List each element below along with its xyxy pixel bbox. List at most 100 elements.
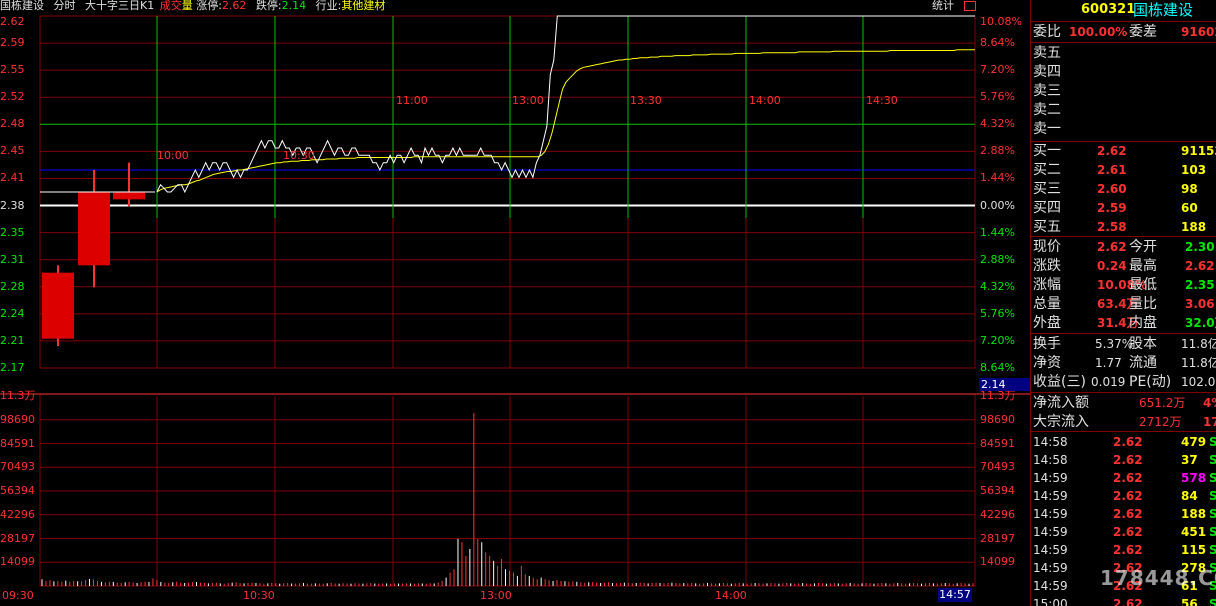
tick-side: S bbox=[1209, 541, 1216, 559]
quote-row: 外盘31.4万内盘32.0万 bbox=[1033, 314, 1216, 332]
price-tick-label: 2.35 bbox=[0, 225, 25, 239]
tick-time: 14:59 bbox=[1033, 561, 1068, 575]
sell-level-label: 卖二 bbox=[1033, 102, 1061, 118]
fundamental-label-2: 股本 bbox=[1129, 336, 1157, 352]
buy-level-price: 2.59 bbox=[1097, 201, 1127, 215]
quote-value-2: 2.62 bbox=[1185, 259, 1215, 273]
pct-tick-label: 2.88% bbox=[980, 144, 1015, 158]
volume-tick-label: 56394 bbox=[0, 484, 35, 497]
quote-value-2: 3.06 bbox=[1185, 297, 1215, 311]
inner-time-label: 14:00 bbox=[749, 94, 781, 107]
tick-price: 2.62 bbox=[1113, 525, 1143, 539]
intraday-chart[interactable] bbox=[0, 0, 1030, 606]
quote-value-2: 2.35 bbox=[1185, 278, 1215, 292]
tick-side: S bbox=[1209, 595, 1216, 606]
fund-flow-pct: 17% bbox=[1203, 415, 1216, 429]
buy-level-row: 买四 2.59 60 bbox=[1033, 199, 1216, 217]
quote-label-2: 最高 bbox=[1129, 258, 1157, 274]
tick-side: S bbox=[1209, 487, 1216, 505]
candle-body bbox=[42, 272, 74, 339]
weicha-value: 91602 bbox=[1181, 25, 1216, 39]
tick-row: 14:58 2.62 479S bbox=[1033, 433, 1216, 451]
tick-volume: 37 bbox=[1181, 453, 1198, 467]
quote-panel: 600321 国栋建设 委比 100.00% 委差 91602 卖五卖四卖三卖二… bbox=[1030, 0, 1216, 606]
buy-level-volume: 98 bbox=[1181, 182, 1198, 196]
tick-side: S bbox=[1209, 469, 1216, 487]
fund-flow-value: 651.2万 bbox=[1139, 396, 1186, 410]
fundamental-value: 0.019 bbox=[1091, 375, 1126, 389]
tick-time: 14:59 bbox=[1033, 507, 1068, 521]
candle-body bbox=[113, 192, 145, 200]
buy-level-volume: 60 bbox=[1181, 201, 1198, 215]
fundamental-label: 收益(三) bbox=[1033, 374, 1086, 390]
sell-level-row: 卖二 bbox=[1033, 101, 1216, 119]
watermark: 178448.COM bbox=[1100, 566, 1216, 590]
current-price-tag: 2.14 bbox=[979, 378, 1031, 391]
quote-label-2: 内盘 bbox=[1129, 315, 1157, 331]
buy-level-price: 2.62 bbox=[1097, 144, 1127, 158]
price-frame bbox=[39, 15, 976, 369]
price-tick-label: 2.41 bbox=[0, 171, 25, 185]
quote-value-2: 2.30 bbox=[1185, 240, 1215, 254]
fundamental-row: 换手 5.37% 股本 11.8亿 bbox=[1033, 335, 1216, 353]
volume-tick-label: 42296 bbox=[0, 507, 35, 521]
price-tick-label: 2.38 bbox=[0, 198, 25, 212]
fundamental-label: 换手 bbox=[1033, 336, 1061, 352]
tick-time: 14:58 bbox=[1033, 435, 1068, 449]
buy-level-label: 买五 bbox=[1033, 219, 1061, 235]
candle-body bbox=[78, 192, 110, 266]
volume-tick-label: 98690 bbox=[980, 412, 1015, 426]
sell-level-label: 卖四 bbox=[1033, 64, 1061, 80]
sell-level-label: 卖三 bbox=[1033, 83, 1061, 99]
volume-tick-label: 70493 bbox=[980, 460, 1015, 474]
inner-time-label: 11:00 bbox=[396, 94, 428, 107]
buy-level-row: 买三 2.60 98 bbox=[1033, 180, 1216, 198]
tick-volume: 451 bbox=[1181, 525, 1207, 539]
quote-label: 外盘 bbox=[1033, 315, 1061, 331]
tick-side: S bbox=[1209, 451, 1216, 469]
tick-time: 15:00 bbox=[1033, 597, 1068, 606]
price-tick-label: 2.52 bbox=[0, 90, 25, 104]
buy-level-price: 2.60 bbox=[1097, 182, 1127, 196]
time-tick-label: 09:30 bbox=[2, 589, 34, 602]
fund-flow-label: 净流入额 bbox=[1033, 395, 1089, 411]
pct-tick-label: 7.20% bbox=[980, 333, 1015, 347]
tick-side: S bbox=[1209, 523, 1216, 541]
buy-level-label: 买二 bbox=[1033, 162, 1061, 178]
pct-tick-label: 8.64% bbox=[980, 36, 1015, 50]
quote-row: 涨幅 10.08% 最低 2.35 bbox=[1033, 276, 1216, 294]
current-time-tag: 14:57 bbox=[938, 588, 972, 602]
price-tick-label: 2.21 bbox=[0, 333, 25, 347]
time-tick-label: 14:00 bbox=[715, 589, 747, 602]
price-tick-label: 2.24 bbox=[0, 306, 25, 320]
tick-row: 14:59 2.62 451S bbox=[1033, 523, 1216, 541]
quote-label: 现价 bbox=[1033, 239, 1061, 255]
pct-tick-label: 1.44% bbox=[980, 171, 1015, 185]
inner-time-label: 10:30 bbox=[283, 149, 315, 162]
quote-label: 涨幅 bbox=[1033, 277, 1061, 293]
pct-tick-label: 4.32% bbox=[980, 279, 1015, 293]
price-tick-label: 2.17 bbox=[0, 361, 25, 374]
pct-tick-label: 2.88% bbox=[980, 252, 1015, 266]
volume-tick-label: 28197 bbox=[980, 531, 1015, 545]
quote-label: 总量 bbox=[1033, 296, 1061, 312]
tick-volume: 56 bbox=[1181, 597, 1198, 606]
volume-tick-label: 70493 bbox=[0, 460, 35, 474]
tick-volume: 84 bbox=[1181, 489, 1198, 503]
buy-level-label: 买一 bbox=[1033, 143, 1061, 159]
time-tick-label: 10:30 bbox=[243, 589, 275, 602]
price-tick-label: 2.48 bbox=[0, 117, 25, 131]
volume-tick-label: 11.3万 bbox=[980, 389, 1016, 402]
quote-value: 0.24 bbox=[1097, 259, 1127, 273]
fundamental-value-2: 102.0 bbox=[1181, 375, 1216, 389]
quote-label-2: 今开 bbox=[1129, 239, 1157, 255]
buy-level-volume: 103 bbox=[1181, 163, 1207, 177]
volume-tick-label: 84591 bbox=[980, 436, 1015, 450]
buy-level-volume: 188 bbox=[1181, 220, 1207, 234]
tick-row: 14:58 2.62 37 S bbox=[1033, 451, 1216, 469]
pct-tick-label: 7.20% bbox=[980, 63, 1015, 77]
fund-flow-row: 净流入额 651.2万 4% bbox=[1033, 394, 1216, 412]
tick-time: 14:59 bbox=[1033, 543, 1068, 557]
pct-tick-label: 0.00% bbox=[980, 198, 1015, 212]
sell-level-row: 卖三 bbox=[1033, 82, 1216, 100]
